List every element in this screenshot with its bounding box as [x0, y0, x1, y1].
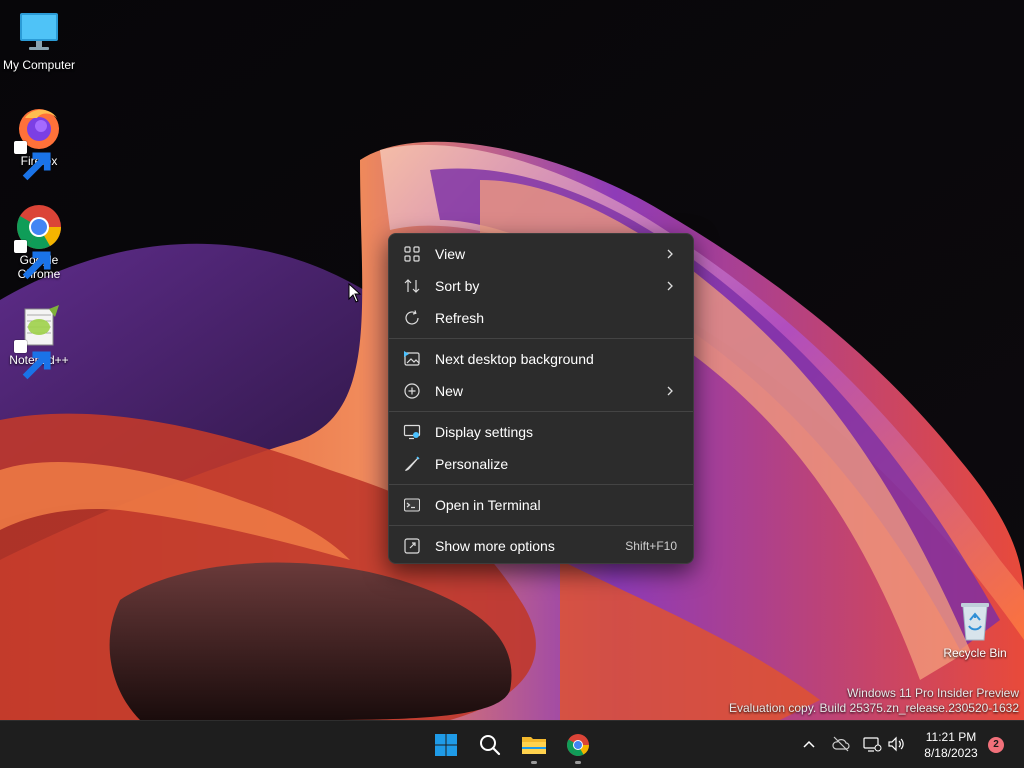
chrome-icon — [14, 203, 63, 280]
add-circle-icon — [403, 382, 421, 400]
grid-icon — [403, 245, 421, 263]
menu-item-sort-by[interactable]: Sort by — [393, 271, 689, 301]
monitor-icon — [15, 8, 63, 56]
menu-item-personalize[interactable]: Personalize — [393, 449, 689, 479]
menu-item-view[interactable]: View — [393, 239, 689, 269]
menu-item-label: Next desktop background — [435, 351, 594, 367]
shortcut-arrow-icon — [14, 240, 51, 280]
chevron-up-icon[interactable] — [799, 734, 819, 754]
file-explorer-button[interactable] — [514, 725, 554, 765]
evaluation-watermark: Windows 11 Pro Insider Preview Evaluatio… — [729, 686, 1019, 716]
terminal-icon — [403, 496, 421, 514]
notification-badge[interactable]: 2 — [988, 737, 1004, 753]
taskbar-clock[interactable]: 11:21 PM 8/18/2023 — [912, 729, 990, 761]
search-button[interactable] — [470, 725, 510, 765]
more-options-icon — [403, 537, 421, 555]
menu-item-display-settings[interactable]: Display settings — [393, 417, 689, 447]
shortcut-arrow-icon — [14, 141, 51, 181]
mouse-cursor-icon — [348, 283, 362, 303]
start-button[interactable] — [426, 725, 466, 765]
menu-item-show-more-options[interactable]: Show more options Shift+F10 — [393, 531, 689, 561]
keyboard-shortcut: Shift+F10 — [625, 539, 677, 553]
chrome-taskbar-button[interactable] — [558, 725, 598, 765]
chrome-icon — [567, 734, 589, 756]
menu-item-new[interactable]: New — [393, 376, 689, 406]
chevron-right-icon — [665, 385, 675, 397]
menu-item-refresh[interactable]: Refresh — [393, 303, 689, 333]
menu-item-label: Display settings — [435, 424, 534, 440]
shortcut-arrow-icon — [14, 340, 51, 380]
running-indicator — [575, 761, 581, 764]
menu-item-label: Show more options — [435, 538, 555, 554]
desktop-icon-label: Recycle Bin — [943, 646, 1007, 660]
menu-item-label: New — [435, 383, 464, 399]
chevron-right-icon — [665, 280, 675, 292]
desktop-icon-recycle-bin[interactable]: Recycle Bin — [936, 596, 1014, 660]
menu-item-label: Open in Terminal — [435, 497, 541, 513]
file-explorer-icon — [522, 737, 546, 754]
desktop-icon-firefox[interactable]: Firefox — [0, 104, 78, 181]
menu-separator — [389, 525, 693, 526]
recycle-bin-icon — [951, 596, 999, 644]
taskbar: 11:21 PM 8/18/2023 2 — [0, 720, 1024, 768]
notepad-plus-plus-icon — [14, 303, 63, 380]
cloud-off-icon[interactable] — [831, 734, 851, 754]
clock-date: 8/18/2023 — [924, 746, 978, 760]
menu-separator — [389, 338, 693, 339]
watermark-edition: Windows 11 Pro Insider Preview — [847, 686, 1019, 700]
menu-separator — [389, 411, 693, 412]
menu-item-open-in-terminal[interactable]: Open in Terminal — [393, 490, 689, 520]
menu-item-next-desktop-background[interactable]: Next desktop background — [393, 344, 689, 374]
menu-item-label: Sort by — [435, 278, 480, 294]
watermark-build: Evaluation copy. Build 25375.zn_release.… — [729, 701, 1019, 715]
desktop-icon-label: My Computer — [2, 58, 76, 72]
volume-icon[interactable] — [886, 734, 906, 754]
desktop-context-menu: View Sort by Refresh Next desktop backgr… — [388, 233, 694, 564]
search-icon — [480, 735, 501, 756]
next-background-icon — [403, 350, 421, 368]
chevron-right-icon — [665, 248, 675, 260]
menu-item-label: View — [435, 246, 466, 262]
sort-arrows-icon — [403, 277, 421, 295]
menu-separator — [389, 484, 693, 485]
firefox-icon — [14, 104, 63, 181]
running-indicator — [531, 761, 537, 764]
desktop-icon-notepad-plus-plus[interactable]: Notepad++ — [0, 303, 78, 380]
brush-icon — [403, 455, 421, 473]
start-icon — [435, 734, 457, 756]
display-settings-icon — [403, 423, 421, 441]
clock-time: 11:21 PM — [925, 730, 977, 744]
desktop-icon-google-chrome[interactable]: Google Chrome — [0, 203, 78, 281]
refresh-icon — [403, 309, 421, 327]
desktop-icon-my-computer[interactable]: My Computer — [0, 8, 78, 72]
menu-item-label: Personalize — [435, 456, 509, 472]
menu-item-label: Refresh — [435, 310, 485, 326]
network-icon[interactable] — [862, 734, 882, 754]
